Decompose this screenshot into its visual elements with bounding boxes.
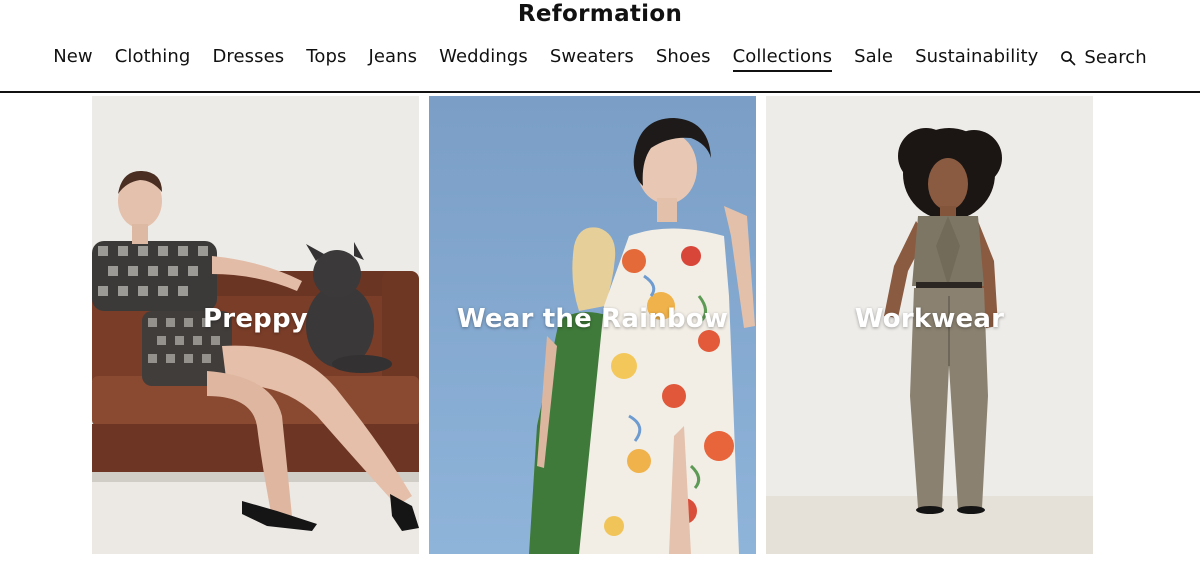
- collection-tile-workwear[interactable]: Workwear: [766, 96, 1093, 554]
- header-divider: [0, 91, 1200, 93]
- main-nav: New Clothing Dresses Tops Jeans Weddings…: [0, 40, 1200, 76]
- collections-grid: Preppy Wear the Rainbow Workwear: [92, 96, 1093, 554]
- nav-item-new[interactable]: New: [42, 41, 104, 75]
- nav-item-clothing[interactable]: Clothing: [104, 41, 202, 75]
- nav-item-dresses[interactable]: Dresses: [201, 41, 295, 75]
- collection-tile-wear-the-rainbow[interactable]: Wear the Rainbow: [429, 96, 756, 554]
- nav-item-sweaters[interactable]: Sweaters: [539, 41, 645, 75]
- search-label: Search: [1084, 47, 1147, 68]
- nav-item-weddings[interactable]: Weddings: [428, 41, 539, 75]
- nav-item-sale[interactable]: Sale: [843, 41, 904, 75]
- collection-label-workwear: Workwear: [854, 304, 1005, 334]
- nav-item-sustainability[interactable]: Sustainability: [904, 41, 1049, 75]
- nav-item-collections[interactable]: Collections: [722, 41, 844, 75]
- search-button[interactable]: Search: [1049, 41, 1157, 75]
- collection-label-preppy: Preppy: [203, 304, 308, 334]
- nav-item-jeans[interactable]: Jeans: [357, 41, 428, 75]
- collection-label-wear-the-rainbow: Wear the Rainbow: [456, 304, 729, 334]
- collection-tile-preppy[interactable]: Preppy: [92, 96, 419, 554]
- nav-item-tops[interactable]: Tops: [295, 41, 357, 75]
- search-icon: [1061, 51, 1076, 66]
- brand-logo[interactable]: Reformation: [0, 0, 1200, 30]
- nav-item-shoes[interactable]: Shoes: [645, 41, 722, 75]
